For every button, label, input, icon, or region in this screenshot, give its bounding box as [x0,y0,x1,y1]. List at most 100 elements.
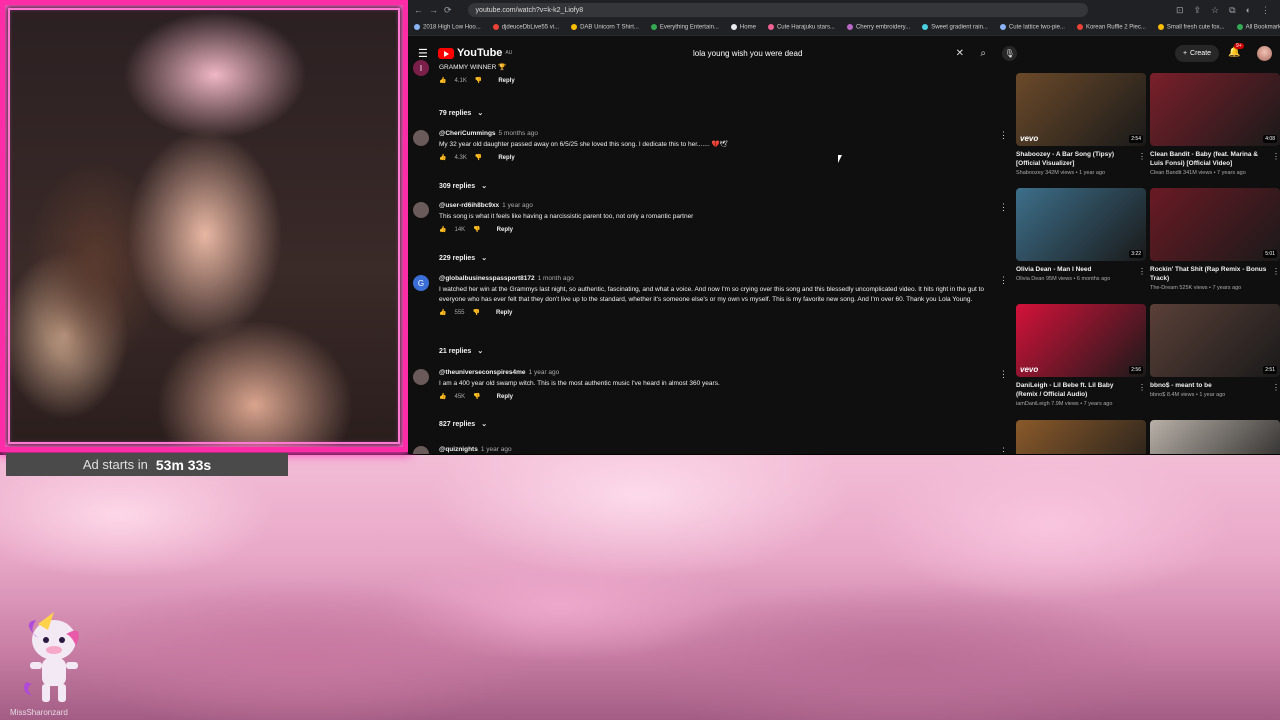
related-video[interactable]: lola young [1150,420,1280,454]
bookmark-item[interactable]: Cherry embroidery... [846,24,910,31]
channel-name[interactable]: iamDaniLeigh [1016,401,1050,407]
dislike-icon[interactable]: 👎 [473,309,480,316]
account-avatar[interactable] [1257,46,1272,61]
bookmark-item[interactable]: Small fresh cute fox... [1157,24,1225,31]
like-icon[interactable]: 👍 [439,154,446,161]
comment-more-icon[interactable]: ⋮ [999,202,1008,213]
reload-icon[interactable]: ⟳ [444,5,452,16]
forward-icon[interactable]: → [429,5,438,15]
reply-button[interactable]: Reply [496,310,512,316]
hamburger-icon[interactable]: ☰ [418,47,428,60]
video-title[interactable]: Shaboozey - A Bar Song (Tipsy) [Official… [1016,150,1146,168]
reply-button[interactable]: Reply [498,78,514,84]
video-thumbnail[interactable]: 2:56 vevo [1016,304,1146,377]
channel-name[interactable]: Olivia Dean [1016,276,1044,282]
youtube-logo[interactable]: YouTube AU [438,47,512,59]
install-icon[interactable]: ⊡ [1176,5,1184,16]
related-video[interactable]: 4:08 Clean Bandit - Baby (feat. Marina & … [1150,73,1280,176]
comment-more-icon[interactable]: ⋮ [999,275,1008,286]
bookmark-item[interactable]: All Bookmarks [1236,24,1280,31]
like-icon[interactable]: 👍 [439,309,446,316]
bookmark-item[interactable]: 2018 High Low Hoo... [414,24,481,31]
commenter-avatar[interactable] [413,446,429,454]
video-more-icon[interactable]: ⋮ [1272,152,1280,161]
video-more-icon[interactable]: ⋮ [1138,383,1146,392]
video-more-icon[interactable]: ⋮ [1138,152,1146,161]
replies-toggle[interactable]: 229 replies ⌄ [439,254,487,263]
video-title[interactable]: bbno$ - meant to be [1150,381,1280,390]
address-bar[interactable]: youtube.com/watch?v=k-k2_Liofy8 [467,3,1088,17]
reply-button[interactable]: Reply [497,227,513,233]
video-thumbnail[interactable]: 5:01 [1150,188,1280,261]
replies-toggle[interactable]: 21 replies ⌄ [439,347,483,356]
replies-toggle[interactable]: 827 replies ⌄ [439,420,487,429]
comment-author[interactable]: @quiznights [439,446,478,453]
replies-toggle[interactable]: 79 replies ⌄ [439,109,483,118]
mic-icon[interactable]: 🎙 [1002,46,1017,61]
dislike-icon[interactable]: 👎 [475,77,482,84]
star-icon[interactable]: ☆ [1211,5,1219,16]
bookmark-item[interactable]: Korean Ruffle 2 Piec... [1076,24,1146,31]
create-button[interactable]: + Create [1175,45,1219,62]
dislike-icon[interactable]: 👎 [473,226,480,233]
commenter-avatar[interactable] [413,369,429,385]
bookmark-item[interactable]: Sweet gradient rain... [922,24,988,31]
comment-author[interactable]: @theuniverseconspires4me [439,369,526,376]
bookmark-item[interactable]: Cute Harajuku stars... [767,24,835,31]
comment-more-icon[interactable]: ⋮ [999,369,1008,380]
bookmark-item[interactable]: DAB Unicorn T Shirt... [571,24,639,31]
video-title[interactable]: Olivia Dean - Man I Need [1016,265,1146,274]
notifications-bell-icon[interactable]: 🔔 9+ [1228,43,1244,58]
search-icon[interactable]: ⌕ [980,48,986,59]
comment-author[interactable]: @globalbusinesspassport8172 [439,275,535,282]
related-video[interactable]: 2:54 vevo Shaboozey - A Bar Song (Tipsy) [… [1016,73,1146,176]
bookmark-item[interactable]: djdeuceDbLive55 vi... [492,24,559,31]
video-title[interactable]: Rockin' That Shit (Rap Remix - Bonus Tra… [1150,265,1280,283]
video-thumbnail[interactable]: 2:51 [1150,304,1280,377]
dislike-icon[interactable]: 👎 [475,154,482,161]
comment-author[interactable]: @user-rd6ih8bc9xx [439,202,499,209]
like-icon[interactable]: 👍 [439,226,446,233]
video-title[interactable]: DaniLeigh - Lil Bebe ft. Lil Baby (Remix… [1016,381,1146,399]
channel-name[interactable]: bbno$ [1150,392,1165,398]
clear-search-icon[interactable]: ✕ [956,48,964,59]
back-icon[interactable]: ← [414,5,423,15]
channel-name[interactable]: Clean Bandit [1150,170,1182,176]
like-icon[interactable]: 👍 [439,393,446,400]
bookmark-item[interactable]: Cute lattice two-pie... [999,24,1065,31]
profile-icon[interactable]: ◐ [1246,5,1251,16]
related-video[interactable]: 2:56 vevo DaniLeigh - Lil Bebe ft. Lil Bab… [1016,304,1146,407]
comment-author[interactable]: @CheriCummings [439,130,496,137]
video-more-icon[interactable]: ⋮ [1272,267,1280,276]
dislike-icon[interactable]: 👎 [473,393,480,400]
related-video[interactable] [1016,420,1146,454]
commenter-avatar[interactable]: G [413,275,429,291]
reply-button[interactable]: Reply [498,155,514,161]
reply-button[interactable]: Reply [497,394,513,400]
replies-toggle[interactable]: 309 replies ⌄ [439,182,487,191]
video-thumbnail[interactable]: 4:08 [1150,73,1280,146]
video-more-icon[interactable]: ⋮ [1272,383,1280,392]
related-video[interactable]: 2:51 bbno$ - meant to be bbno$ 8.4M views … [1150,304,1280,398]
like-icon[interactable]: 👍 [439,77,446,84]
video-more-icon[interactable]: ⋮ [1138,267,1146,276]
menu-icon[interactable]: ⋮ [1261,5,1270,16]
share-icon[interactable]: ⇪ [1194,5,1202,16]
related-video[interactable]: 3:22 Olivia Dean - Man I Need Olivia Dean … [1016,188,1146,282]
video-thumbnail[interactable] [1150,420,1280,454]
extensions-icon[interactable]: ⧉ [1229,5,1235,16]
channel-name[interactable]: Shaboozey [1016,170,1044,176]
bookmark-item[interactable]: Home [730,24,756,31]
bookmark-item[interactable]: Everything Entertain... [650,24,719,31]
commenter-avatar[interactable]: I [413,60,429,76]
video-thumbnail[interactable] [1016,420,1146,454]
channel-name[interactable]: The-Dream [1150,285,1178,291]
comment-more-icon[interactable]: ⋮ [999,130,1008,141]
related-video[interactable]: 5:01 Rockin' That Shit (Rap Remix - Bonus… [1150,188,1280,291]
commenter-avatar[interactable] [413,202,429,218]
video-title[interactable]: Clean Bandit - Baby (feat. Marina & Luis… [1150,150,1280,168]
comment-more-icon[interactable]: ⋮ [999,446,1008,454]
video-thumbnail[interactable]: 3:22 [1016,188,1146,261]
commenter-avatar[interactable] [413,130,429,146]
video-thumbnail[interactable]: 2:54 vevo [1016,73,1146,146]
